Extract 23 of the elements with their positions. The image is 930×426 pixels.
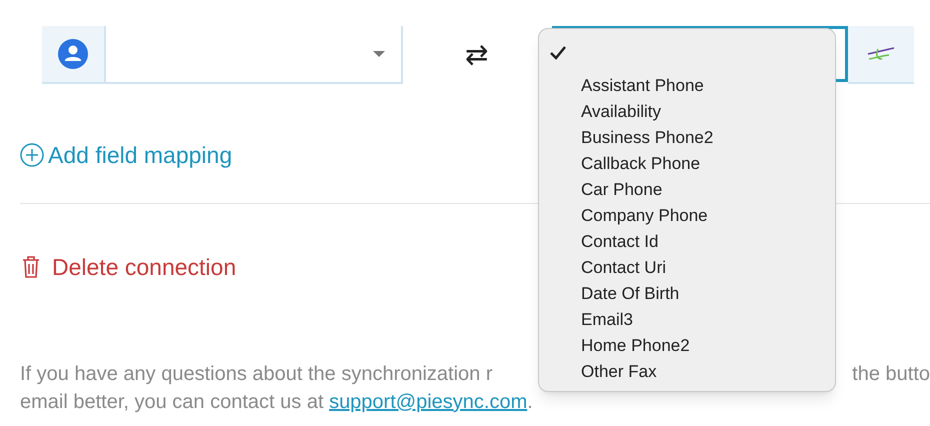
menu-item[interactable]: Date Of Birth [539, 281, 835, 307]
help-text: If you have any questions about the synchronization r [20, 362, 493, 387]
menu-item[interactable]: Home Phone2 [539, 333, 835, 359]
person-icon [58, 39, 88, 69]
trash-icon [22, 256, 40, 278]
menu-item[interactable]: Other Fax [539, 359, 835, 385]
plus-circle-icon [20, 143, 44, 168]
menu-item[interactable]: Company Phone [539, 203, 835, 229]
menu-item[interactable]: Contact Uri [539, 255, 835, 281]
menu-item[interactable]: Email3 [539, 307, 835, 333]
help-text: the butto [852, 362, 930, 387]
swap-icon: ⇄ [465, 41, 488, 69]
menu-item[interactable]: Contact Id [539, 229, 835, 255]
menu-item[interactable]: Assistant Phone [539, 73, 835, 99]
contact-select[interactable] [42, 26, 403, 84]
checkmark-icon [549, 45, 567, 61]
menu-item[interactable]: Callback Phone [539, 151, 835, 177]
menu-item[interactable]: Car Phone [539, 177, 835, 203]
menu-item[interactable]: Availability [539, 99, 835, 125]
menu-item[interactable]: Business Phone2 [539, 125, 835, 151]
help-text: email better, you can contact us at support@piesync.com. [20, 390, 534, 415]
caret-icon [373, 51, 385, 57]
delete-connection-link[interactable]: Delete connection [52, 250, 236, 284]
